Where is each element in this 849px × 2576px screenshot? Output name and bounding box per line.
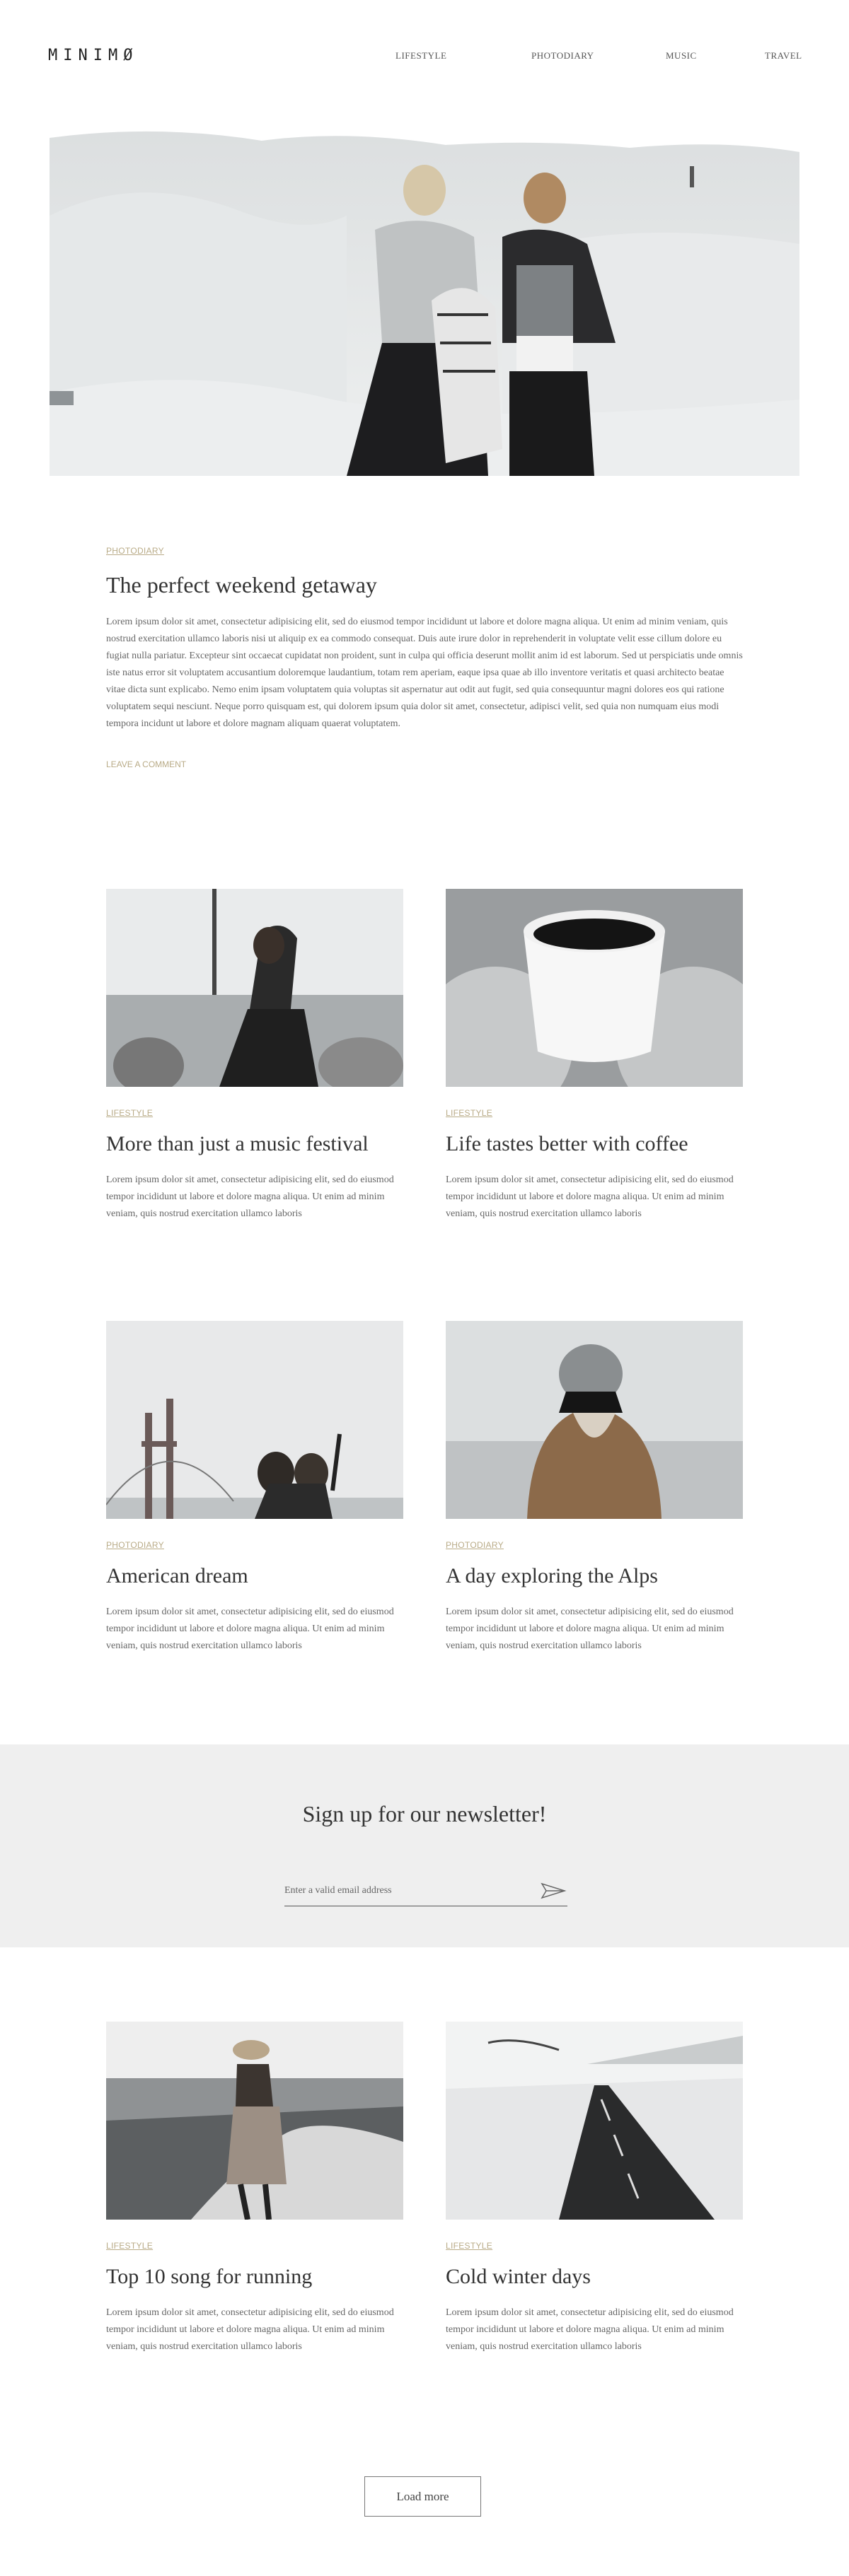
post-category[interactable]: LIFESTYLE (106, 2241, 403, 2251)
alps-photo (446, 1321, 743, 1519)
festival-photo (106, 889, 403, 1087)
post-thumbnail[interactable] (106, 1321, 403, 1519)
email-input[interactable] (284, 1881, 525, 1901)
post-card: PHOTODIARY A day exploring the Alps Lore… (446, 1321, 743, 1655)
load-more-button[interactable]: Load more (364, 2476, 481, 2517)
post-thumbnail[interactable] (106, 2022, 403, 2220)
nav-item-travel[interactable]: TRAVEL (765, 50, 802, 62)
post-category[interactable]: LIFESTYLE (106, 1108, 403, 1118)
newsletter-form (284, 1874, 567, 1906)
bridge-photo (106, 1321, 403, 1519)
post-card: LIFESTYLE Cold winter days Lorem ipsum d… (446, 2022, 743, 2355)
post-excerpt: Lorem ipsum dolor sit amet, consectetur … (446, 1607, 734, 1651)
post-title[interactable]: Top 10 song for running (106, 2263, 403, 2290)
hero-image[interactable] (50, 131, 799, 476)
featured-body: Lorem ipsum dolor sit amet, consectetur … (106, 617, 743, 729)
post-excerpt: Lorem ipsum dolor sit amet, consectetur … (106, 1175, 394, 1219)
post-thumbnail[interactable] (106, 889, 403, 1087)
nav-item-music[interactable]: MUSIC (666, 50, 697, 62)
main-nav: LIFESTYLE PHOTODIARY MUSIC TRAVEL (0, 50, 849, 64)
post-title[interactable]: Life tastes better with coffee (446, 1131, 743, 1158)
post-title[interactable]: Cold winter days (446, 2263, 743, 2290)
post-title[interactable]: A day exploring the Alps (446, 1563, 743, 1590)
post-excerpt: Lorem ipsum dolor sit amet, consectetur … (446, 2307, 734, 2352)
post-excerpt: Lorem ipsum dolor sit amet, consectetur … (446, 1175, 734, 1219)
post-category[interactable]: LIFESTYLE (446, 1108, 743, 1118)
coffee-photo (446, 889, 743, 1087)
hero-photo (50, 131, 799, 476)
post-title[interactable]: American dream (106, 1563, 403, 1590)
newsletter-section: Sign up for our newsletter! (0, 1744, 849, 1947)
winter-road-photo (446, 2022, 743, 2220)
post-card: PHOTODIARY American dream Lorem ipsum do… (106, 1321, 403, 1655)
post-card: LIFESTYLE Top 10 song for running Lorem … (106, 2022, 403, 2355)
running-photo (106, 2022, 403, 2220)
post-title[interactable]: More than just a music festival (106, 1131, 403, 1158)
paper-plane-icon[interactable] (539, 1881, 567, 1901)
leave-comment-link[interactable]: LEAVE A COMMENT (106, 759, 743, 769)
nav-item-lifestyle[interactable]: LIFESTYLE (395, 50, 446, 62)
post-thumbnail[interactable] (446, 2022, 743, 2220)
post-excerpt: Lorem ipsum dolor sit amet, consectetur … (106, 2307, 394, 2352)
newsletter-heading: Sign up for our newsletter! (302, 1801, 547, 1826)
post-thumbnail[interactable] (446, 889, 743, 1087)
nav-item-photodiary[interactable]: PHOTODIARY (531, 50, 594, 62)
featured-category[interactable]: PHOTODIARY (106, 546, 164, 556)
post-category[interactable]: PHOTODIARY (106, 1540, 403, 1550)
post-excerpt: Lorem ipsum dolor sit amet, consectetur … (106, 1607, 394, 1651)
post-thumbnail[interactable] (446, 1321, 743, 1519)
post-category[interactable]: PHOTODIARY (446, 1540, 743, 1550)
featured-title[interactable]: The perfect weekend getaway (106, 572, 743, 598)
post-card: LIFESTYLE Life tastes better with coffee… (446, 889, 743, 1223)
post-category[interactable]: LIFESTYLE (446, 2241, 743, 2251)
post-card: LIFESTYLE More than just a music festiva… (106, 889, 403, 1223)
featured-post: PHOTODIARY The perfect weekend getaway L… (106, 543, 743, 769)
